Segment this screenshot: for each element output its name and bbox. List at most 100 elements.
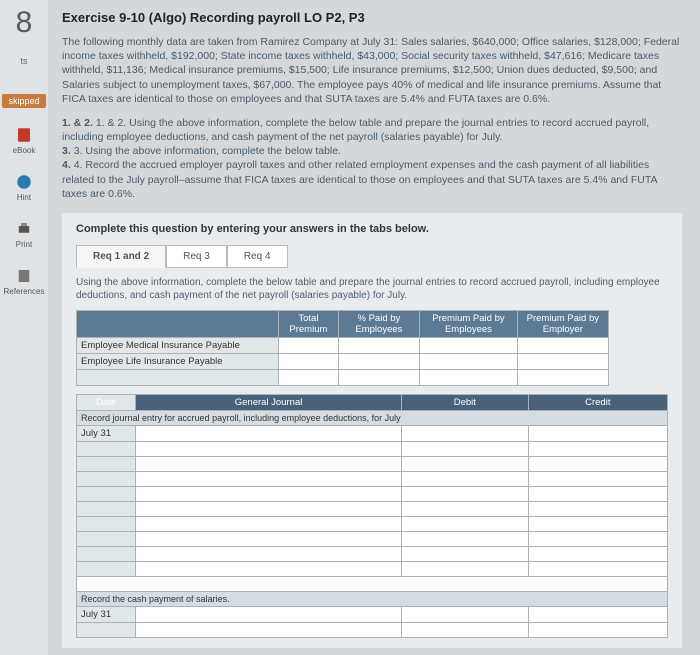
hint-button[interactable]: Hint	[15, 173, 33, 202]
input-cell[interactable]	[528, 425, 667, 441]
tab-req-1-2[interactable]: Req 1 and 2	[76, 245, 166, 268]
input-cell[interactable]	[420, 337, 518, 353]
input-cell[interactable]	[528, 622, 667, 637]
print-label: Print	[16, 240, 32, 249]
row-label-medical: Employee Medical Insurance Payable	[77, 337, 279, 353]
input-cell[interactable]	[338, 369, 419, 385]
input-cell[interactable]	[528, 501, 667, 516]
input-cell[interactable]	[402, 531, 529, 546]
table-row: Employee Life Insurance Payable	[77, 353, 609, 369]
table-row	[77, 622, 668, 637]
hint-label: Hint	[17, 193, 31, 202]
input-cell[interactable]	[402, 425, 529, 441]
input-cell[interactable]	[136, 425, 402, 441]
date-cell	[77, 486, 136, 501]
book-icon	[15, 126, 33, 144]
input-cell[interactable]	[517, 337, 608, 353]
input-cell[interactable]	[136, 622, 402, 637]
table-row: July 31	[77, 606, 668, 622]
ebook-button[interactable]: eBook	[13, 126, 36, 155]
table-row	[77, 441, 668, 456]
intro-paragraph: The following monthly data are taken fro…	[62, 35, 682, 106]
input-cell[interactable]	[420, 353, 518, 369]
tabs-container: Req 1 and 2 Req 3 Req 4	[76, 245, 668, 268]
date-cell	[77, 516, 136, 531]
premium-th-pct: % Paid by Employees	[338, 310, 419, 337]
input-cell[interactable]	[136, 516, 402, 531]
table-row	[77, 516, 668, 531]
input-cell[interactable]	[136, 456, 402, 471]
table-row	[77, 576, 668, 591]
tab-req-3[interactable]: Req 3	[166, 245, 227, 268]
step-3: 3. 3. Using the above information, compl…	[62, 144, 682, 158]
input-cell[interactable]	[279, 353, 339, 369]
journal-th-date: Date	[77, 394, 136, 410]
input-cell[interactable]	[338, 353, 419, 369]
premium-th-by-employer: Premium Paid by Employer	[517, 310, 608, 337]
step-4-text: 4. Record the accrued employer payroll t…	[62, 159, 657, 199]
journal-th-credit: Credit	[528, 394, 667, 410]
input-cell[interactable]	[279, 337, 339, 353]
table-row	[77, 486, 668, 501]
tab-req-4[interactable]: Req 4	[227, 245, 288, 268]
input-cell[interactable]	[136, 606, 402, 622]
journal-th-debit: Debit	[402, 394, 529, 410]
references-icon	[15, 267, 33, 285]
input-cell[interactable]	[528, 516, 667, 531]
input-cell[interactable]	[136, 471, 402, 486]
input-cell[interactable]	[402, 486, 529, 501]
exercise-title: Exercise 9-10 (Algo) Recording payroll L…	[62, 10, 682, 25]
input-cell[interactable]	[402, 501, 529, 516]
input-cell[interactable]	[528, 606, 667, 622]
input-cell[interactable]	[528, 471, 667, 486]
journal-table: Date General Journal Debit Credit Record…	[76, 394, 668, 638]
input-cell[interactable]	[402, 516, 529, 531]
input-cell[interactable]	[136, 531, 402, 546]
step-1-2: 1. & 2. 1. & 2. Using the above informat…	[62, 116, 682, 144]
answer-area: Complete this question by entering your …	[62, 213, 682, 648]
table-row: Employee Medical Insurance Payable	[77, 337, 609, 353]
input-cell[interactable]	[528, 486, 667, 501]
step-4: 4. 4. Record the accrued employer payrol…	[62, 158, 682, 201]
input-cell[interactable]	[528, 546, 667, 561]
table-row	[77, 456, 668, 471]
input-cell[interactable]	[136, 441, 402, 456]
input-cell[interactable]	[279, 369, 339, 385]
print-button[interactable]: Print	[15, 220, 33, 249]
date-cell	[77, 456, 136, 471]
input-cell[interactable]	[402, 606, 529, 622]
input-cell[interactable]	[402, 456, 529, 471]
input-cell[interactable]	[528, 531, 667, 546]
question-number: 8	[16, 8, 33, 38]
input-cell[interactable]	[136, 561, 402, 576]
premium-table: Total Premium % Paid by Employees Premiu…	[76, 310, 609, 386]
date-cell	[77, 561, 136, 576]
date-cell-1: July 31	[77, 425, 136, 441]
skipped-badge: skipped	[2, 94, 45, 108]
premium-th-by-emp: Premium Paid by Employees	[420, 310, 518, 337]
references-button[interactable]: References	[4, 267, 45, 296]
date-cell	[77, 501, 136, 516]
journal-th-gj: General Journal	[136, 394, 402, 410]
input-cell[interactable]	[517, 369, 608, 385]
input-cell[interactable]	[420, 369, 518, 385]
row-label-life: Employee Life Insurance Payable	[77, 353, 279, 369]
date-cell	[77, 471, 136, 486]
input-cell[interactable]	[528, 456, 667, 471]
input-cell[interactable]	[402, 471, 529, 486]
steps-list: 1. & 2. 1. & 2. Using the above informat…	[62, 116, 682, 201]
input-cell[interactable]	[136, 501, 402, 516]
table-row	[77, 531, 668, 546]
input-cell[interactable]	[136, 486, 402, 501]
input-cell[interactable]	[402, 546, 529, 561]
input-cell[interactable]	[402, 561, 529, 576]
hint-icon	[15, 173, 33, 191]
date-cell	[77, 622, 136, 637]
input-cell[interactable]	[528, 441, 667, 456]
input-cell[interactable]	[517, 353, 608, 369]
input-cell[interactable]	[338, 337, 419, 353]
input-cell[interactable]	[136, 546, 402, 561]
input-cell[interactable]	[402, 441, 529, 456]
input-cell[interactable]	[402, 622, 529, 637]
input-cell[interactable]	[528, 561, 667, 576]
